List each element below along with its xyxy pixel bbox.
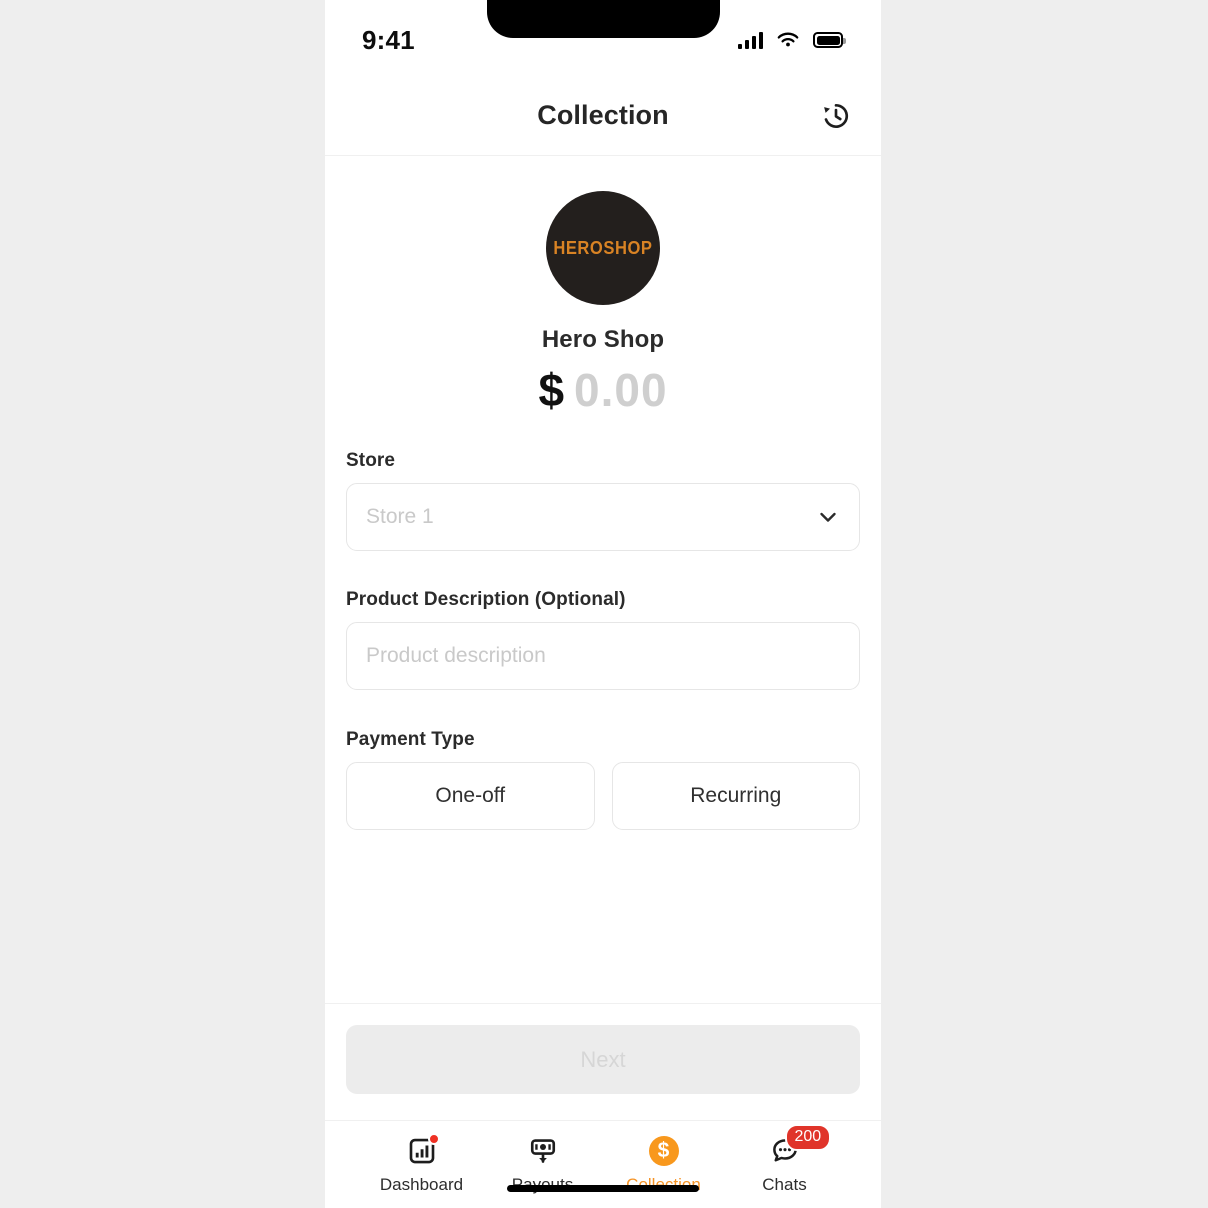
merchant-logo: HEROSHOP: [546, 191, 660, 305]
cellular-signal-icon: [737, 31, 763, 49]
store-field-group: Store Store 1: [346, 450, 860, 551]
description-field-group: Product Description (Optional) Product d…: [346, 589, 860, 690]
page-header: Collection: [325, 76, 881, 156]
description-input[interactable]: Product description: [346, 622, 860, 690]
tab-dashboard[interactable]: Dashboard: [361, 1133, 482, 1195]
tab-dashboard-label: Dashboard: [379, 1175, 464, 1194]
dashboard-notification-dot: [427, 1133, 440, 1145]
merchant-logo-text: HEROSHOP: [553, 237, 653, 258]
merchant-header: HEROSHOP Hero Shop $ 0.00: [325, 156, 881, 417]
screenshot-root: 9:41 Collection HEROSHOP Hero Shop $ 0.0…: [0, 0, 1208, 1208]
status-bar-indicators: [737, 31, 846, 49]
dashboard-chart-icon: [405, 1133, 440, 1167]
store-select[interactable]: Store 1: [346, 483, 860, 551]
chats-unread-badge: 200: [784, 1124, 832, 1151]
history-button[interactable]: [814, 94, 858, 138]
device-notch: [487, 0, 720, 38]
dollar-coin-shape: $: [648, 1136, 679, 1166]
next-button[interactable]: Next: [346, 1025, 860, 1094]
status-bar-time: 9:41: [362, 24, 415, 55]
tab-chats[interactable]: 200 Chats: [724, 1124, 845, 1195]
history-icon: [824, 103, 849, 128]
collection-form: Store Store 1 Product Description (Optio…: [325, 450, 881, 830]
chevron-down-icon: [820, 512, 836, 522]
tab-chats-label: Chats: [762, 1175, 807, 1194]
home-indicator: [507, 1185, 699, 1192]
payment-type-options: One-off Recurring: [346, 762, 860, 830]
form-footer: Next: [325, 1003, 881, 1120]
payout-download-icon: [526, 1135, 560, 1167]
payment-type-one-off[interactable]: One-off: [346, 762, 595, 830]
amount-placeholder: 0.00: [574, 364, 668, 416]
background-corner-artifact: [0, 0, 100, 100]
status-bar: 9:41: [325, 0, 881, 76]
description-placeholder: Product description: [366, 644, 546, 667]
currency-symbol: $: [538, 364, 565, 416]
collection-form-content: HEROSHOP Hero Shop $ 0.00 Store Store 1: [325, 156, 881, 1003]
page-title: Collection: [537, 100, 669, 130]
amount-display[interactable]: $ 0.00: [538, 363, 667, 417]
bottom-tab-bar: Dashboard Payouts $: [325, 1120, 881, 1208]
battery-icon: [813, 32, 846, 48]
store-label: Store: [346, 450, 396, 471]
payment-type-recurring[interactable]: Recurring: [611, 762, 860, 830]
description-label: Product Description (Optional): [346, 589, 626, 610]
payment-type-label: Payment Type: [346, 729, 475, 750]
store-placeholder: Store 1: [366, 505, 434, 528]
chat-bubble-icon: 200: [768, 1124, 832, 1167]
dollar-coin-icon: $: [647, 1135, 681, 1167]
payment-type-group: Payment Type One-off Recurring: [346, 729, 860, 830]
phone-screen: 9:41 Collection HEROSHOP Hero Shop $ 0.0…: [325, 0, 881, 1208]
wifi-icon: [777, 32, 799, 47]
merchant-name: Hero Shop: [541, 326, 665, 353]
